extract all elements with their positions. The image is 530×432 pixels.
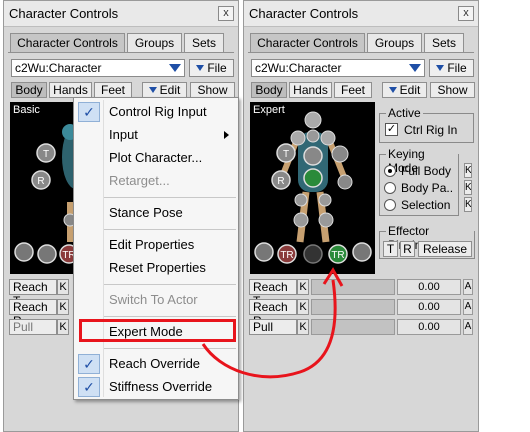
annotation-curve	[201, 279, 337, 379]
annotation-arrow	[201, 267, 344, 379]
